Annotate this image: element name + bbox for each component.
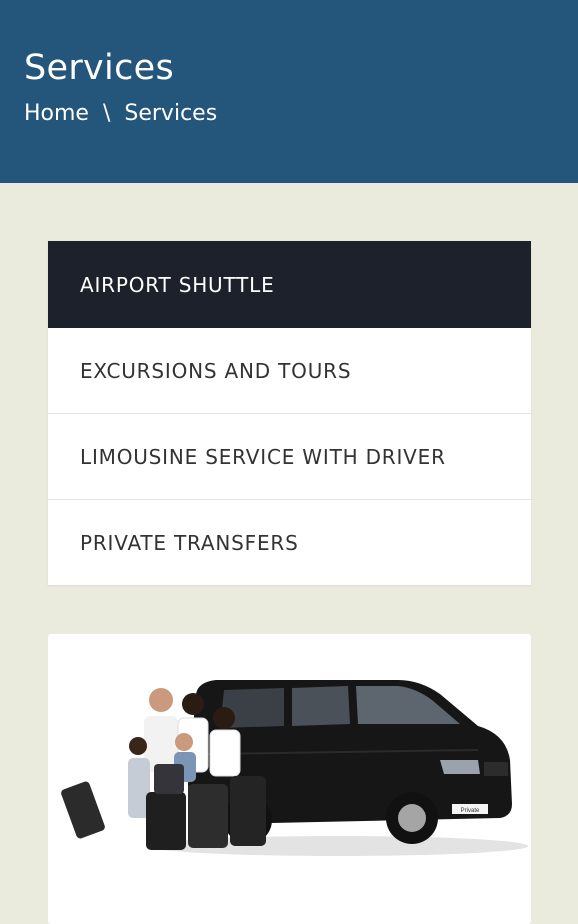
menu-item-limousine-service[interactable]: LIMOUSINE SERVICE WITH DRIVER bbox=[48, 414, 531, 500]
luggage bbox=[61, 764, 266, 850]
breadcrumb-separator: \ bbox=[102, 101, 111, 126]
license-plate-text: Private bbox=[461, 808, 480, 814]
page-title: Services bbox=[24, 48, 174, 88]
breadcrumb-home-link[interactable]: Home bbox=[24, 101, 89, 126]
services-menu: AIRPORT SHUTTLE EXCURSIONS AND TOURS LIM… bbox=[48, 241, 531, 585]
menu-item-airport-shuttle[interactable]: AIRPORT SHUTTLE bbox=[48, 241, 531, 328]
page-header: Services Home \ Services bbox=[0, 0, 578, 183]
menu-item-private-transfers[interactable]: PRIVATE TRANSFERS bbox=[48, 500, 531, 585]
menu-item-excursions-tours[interactable]: EXCURSIONS AND TOURS bbox=[48, 328, 531, 414]
breadcrumb: Home \ Services bbox=[24, 101, 217, 126]
breadcrumb-current: Services bbox=[124, 101, 218, 126]
airport-shuttle-image: Private bbox=[61, 680, 528, 856]
service-image-card: Private bbox=[48, 634, 531, 924]
